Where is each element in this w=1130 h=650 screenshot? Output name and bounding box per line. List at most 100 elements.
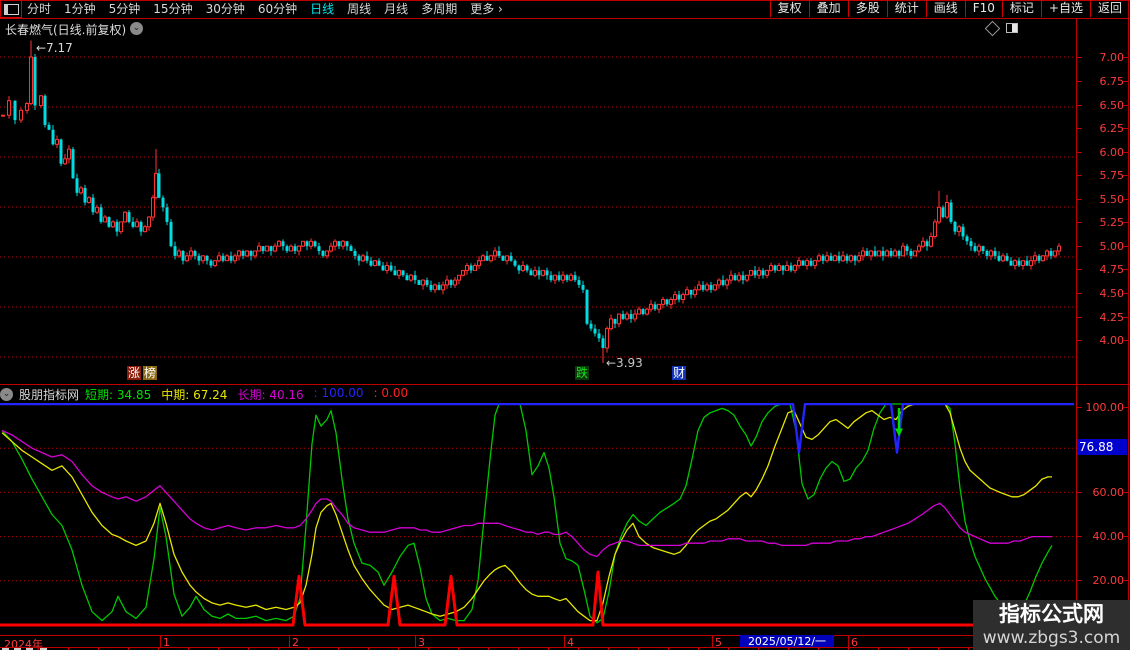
indicator-chart[interactable]	[0, 403, 1076, 635]
axis-tick	[1077, 152, 1082, 153]
low-annotation: ←3.93	[606, 356, 643, 370]
price-tick-label: 7.00	[1099, 51, 1125, 64]
period-tab-15分钟[interactable]: 15分钟	[153, 1, 192, 17]
axis-tick	[1123, 293, 1128, 294]
toolbar-button-返回[interactable]: 返回	[1089, 0, 1129, 17]
bang-badge: 榜	[143, 366, 158, 380]
legend-item: : 0.00	[373, 385, 409, 400]
chevron-down-icon[interactable]: ⌄	[0, 387, 13, 401]
split-pane-icon	[3, 3, 19, 15]
price-tick-label: 4.50	[1099, 287, 1125, 300]
toolbar-button-标记[interactable]: 标记	[1001, 0, 1041, 17]
axis-tick	[1123, 175, 1128, 176]
candlestick-chart[interactable]	[0, 38, 1076, 385]
price-tick-label: 6.25	[1099, 122, 1125, 135]
trading-app-window: 分时 1分钟 5分钟 15分钟 30分钟 60分钟 日线 周线 月线 多周期 更多 › 复权 叠加 多股…	[0, 0, 1130, 650]
axis-tick	[1123, 580, 1128, 581]
axis-left-border	[1076, 19, 1077, 648]
axis-tick	[1123, 199, 1128, 200]
layout-icon[interactable]	[1006, 23, 1018, 33]
watermark-url: www.zbgs3.com	[982, 628, 1121, 648]
diamond-icon[interactable]	[984, 20, 1001, 37]
indicator-tick-label: 20.00	[1092, 574, 1125, 587]
legend-item: 短期: 34.85	[85, 387, 152, 402]
price-tick-label: 5.00	[1099, 240, 1125, 253]
toolbar-button-多股[interactable]: 多股	[847, 0, 887, 17]
toolbar-actions: 复权 叠加 多股 统计 画线 F10 标记 +自选 返回	[769, 0, 1129, 17]
period-tab-30分钟[interactable]: 30分钟	[206, 1, 245, 17]
price-tick-label: 5.75	[1099, 169, 1125, 182]
toolbar-button-叠加[interactable]: 叠加	[808, 0, 848, 17]
price-tick-label: 6.75	[1099, 75, 1125, 88]
toolbar-button-统计[interactable]: 统计	[886, 0, 926, 17]
current-value-badge: 76.88	[1077, 439, 1127, 455]
axis-tick	[1077, 81, 1082, 82]
axis-tick	[1123, 317, 1128, 318]
toolbar-button-F10[interactable]: F10	[964, 0, 1002, 17]
axis-tick	[1077, 536, 1082, 537]
chart-title: 长春燃气(日线.前复权)	[5, 23, 127, 37]
axis-tick	[1077, 317, 1082, 318]
price-tick-label: 4.00	[1099, 334, 1125, 347]
axis-tick	[1077, 492, 1082, 493]
axis-tick	[1123, 105, 1128, 106]
legend-item: 中期: 67.24	[161, 387, 228, 402]
toolbar-button-画线[interactable]: 画线	[925, 0, 965, 17]
axis-tick	[1123, 152, 1128, 153]
axis-tick	[1077, 57, 1082, 58]
axis-tick	[1077, 246, 1082, 247]
price-tick-label: 4.25	[1099, 311, 1125, 324]
axis-tick	[1123, 128, 1128, 129]
axis-tick	[1077, 175, 1082, 176]
axis-tick	[1077, 128, 1082, 129]
title-bar: 长春燃气(日线.前复权) ⌄	[0, 19, 1076, 38]
axis-tick	[1077, 269, 1082, 270]
period-tab-1分钟[interactable]: 1分钟	[64, 1, 96, 17]
price-tick-label: 6.00	[1099, 146, 1125, 159]
axis-tick	[1123, 536, 1128, 537]
price-tick-label: 5.25	[1099, 216, 1125, 229]
cai-badge: 财	[672, 366, 687, 380]
panel-toggle-icon[interactable]	[0, 0, 22, 18]
die-badge: 跌	[575, 366, 590, 380]
indicator-tick-label: 60.00	[1092, 486, 1125, 499]
axis-tick	[1123, 246, 1128, 247]
axis-tick	[1123, 57, 1128, 58]
period-tab-月线[interactable]: 月线	[384, 1, 408, 17]
axis-tick	[1077, 199, 1082, 200]
period-menu: 分时 1分钟 5分钟 15分钟 30分钟 60分钟 日线 周线 月线 多周期 更多 ›	[27, 1, 503, 17]
toolbar-button-+自选[interactable]: +自选	[1040, 0, 1090, 17]
period-tab-更多 ›[interactable]: 更多 ›	[470, 1, 503, 17]
chevron-down-icon[interactable]: ⌄	[130, 22, 143, 35]
axis-tick	[1077, 293, 1082, 294]
toolbar-button-复权[interactable]: 复权	[769, 0, 809, 17]
period-tab-周线[interactable]: 周线	[347, 1, 371, 17]
period-tab-5分钟[interactable]: 5分钟	[109, 1, 141, 17]
axis-tick	[1077, 340, 1082, 341]
zhang-badge: 涨	[127, 366, 142, 380]
axis-tick	[1077, 222, 1082, 223]
axis-tick	[1077, 580, 1082, 581]
axis-tick	[1123, 340, 1128, 341]
price-tick-label: 4.75	[1099, 263, 1125, 276]
window-right-border	[1128, 0, 1129, 650]
indicator-tick-label: 40.00	[1092, 530, 1125, 543]
price-tick-label: 6.50	[1099, 99, 1125, 112]
axis-tick	[1077, 407, 1082, 408]
indicator-source[interactable]: 股朋指标网	[19, 386, 79, 403]
period-tab-日线[interactable]: 日线	[310, 1, 334, 17]
indicator-legend: 短期: 34.85 中期: 67.24 长期: 40.16: 100.00: 0.0…	[85, 386, 408, 403]
high-annotation: ←7.17	[36, 41, 73, 55]
watermark-title: 指标公式网	[999, 602, 1104, 626]
toolbar: 分时 1分钟 5分钟 15分钟 30分钟 60分钟 日线 周线 月线 多周期 更多 › 复权 叠加 多股…	[0, 0, 1130, 18]
indicator-header: ⌄ 股朋指标网 短期: 34.85 中期: 67.24 长期: 40.16: 100…	[0, 386, 1070, 402]
axis-tick	[1123, 269, 1128, 270]
price-tick-label: 5.50	[1099, 193, 1125, 206]
period-tab-分时[interactable]: 分时	[27, 1, 51, 17]
legend-item: 长期: 40.16	[237, 387, 304, 402]
indicator-tick-label: 100.00	[1085, 401, 1125, 414]
axis-tick	[1123, 81, 1128, 82]
period-tab-60分钟[interactable]: 60分钟	[258, 1, 297, 17]
watermark: 指标公式网 www.zbgs3.com	[973, 600, 1130, 650]
period-tab-多周期[interactable]: 多周期	[421, 1, 457, 17]
